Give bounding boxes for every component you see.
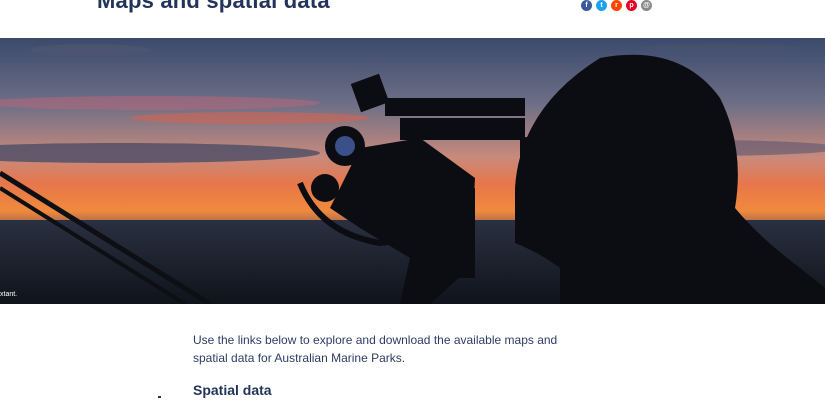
- share-buttons: f t r p @: [581, 0, 652, 11]
- reddit-icon[interactable]: r: [611, 0, 622, 11]
- section-heading-spatial-data: Spatial data: [193, 382, 272, 398]
- twitter-icon[interactable]: t: [596, 0, 607, 11]
- sunset-sextant-image: [0, 38, 825, 304]
- page-title: Maps and spatial data: [97, 0, 330, 13]
- main-content: Use the links below to explore and downl…: [193, 331, 573, 398]
- facebook-icon[interactable]: f: [581, 0, 592, 11]
- pinterest-icon[interactable]: p: [626, 0, 637, 11]
- intro-paragraph: Use the links below to explore and downl…: [193, 333, 558, 365]
- email-icon[interactable]: @: [641, 0, 652, 11]
- side-marker: [158, 396, 161, 398]
- hero-image: xtant.: [0, 38, 825, 304]
- image-caption: xtant.: [0, 291, 18, 298]
- page-header: Maps and spatial data f t r p @: [0, 0, 825, 38]
